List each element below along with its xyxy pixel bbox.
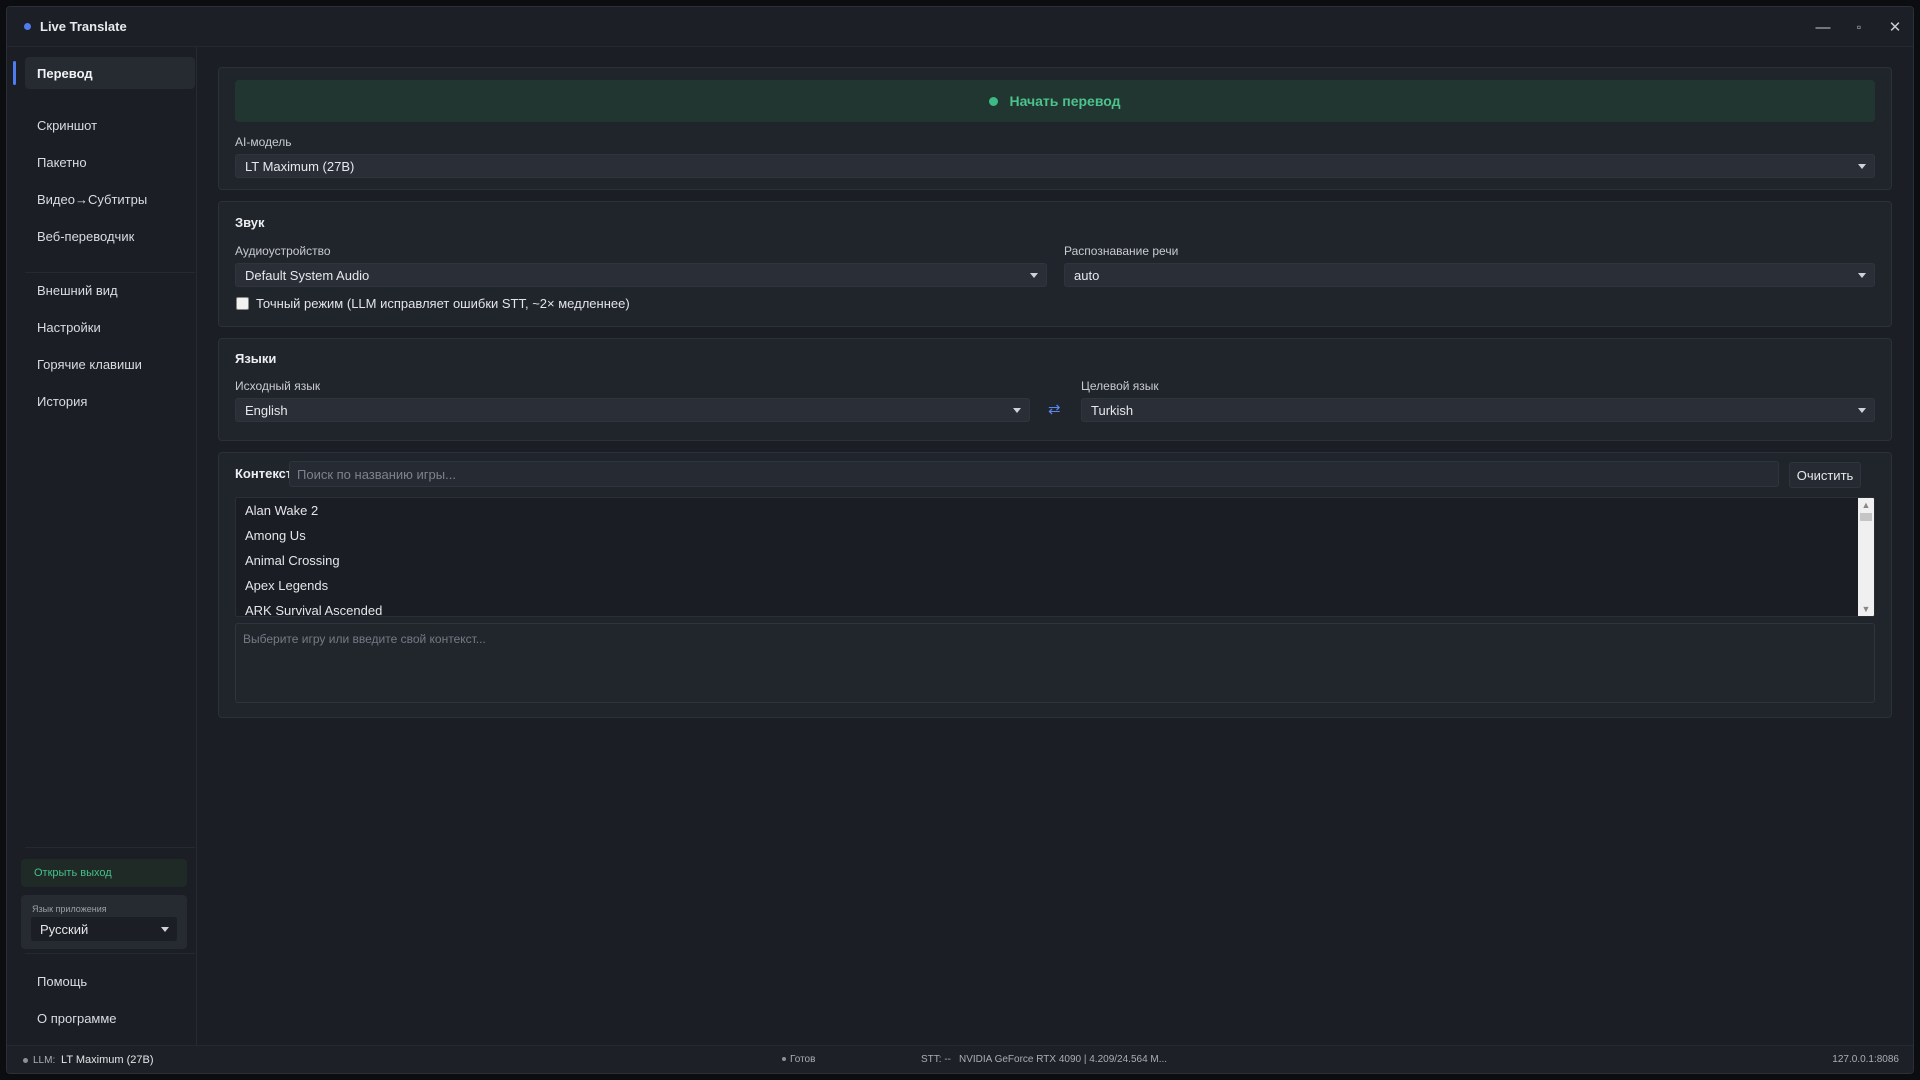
gpu-status: NVIDIA GeForce RTX 4090 | 4.209/24.564 M…: [959, 1054, 1168, 1065]
sidebar-item-video-subtitles[interactable]: Видео→Субтитры: [25, 183, 195, 215]
main-content: Начать перевод AI-модель LT Maximum (27B…: [198, 47, 1913, 1045]
audio-device-label: Аудиоустройство: [235, 244, 331, 258]
sidebar: Перевод Скриншот Пакетно Видео→Субтитры …: [7, 47, 197, 1045]
list-item[interactable]: Animal Crossing: [236, 548, 1874, 573]
source-language-select[interactable]: English: [235, 398, 1030, 422]
sidebar-item-help[interactable]: Помощь: [25, 965, 195, 997]
status-dot-icon: [989, 96, 999, 106]
chevron-down-icon: [1013, 408, 1021, 413]
ready-status: Готов: [782, 1054, 815, 1065]
maximize-button[interactable]: ▫: [1841, 7, 1877, 47]
sidebar-divider: [25, 272, 195, 273]
app-status-dot-icon: [24, 23, 31, 30]
open-output-button[interactable]: Открыть выход: [21, 859, 187, 887]
sidebar-item-about[interactable]: О программе: [25, 1002, 195, 1034]
speech-recognition-select[interactable]: auto: [1064, 263, 1875, 287]
chevron-down-icon: [1858, 408, 1866, 413]
ai-model-label: AI-модель: [235, 135, 292, 149]
ready-state: Готов: [790, 1054, 816, 1065]
target-language-value: Turkish: [1091, 402, 1134, 418]
app-language-value: Русский: [40, 921, 89, 937]
app-language-box: Язык приложения Русский: [21, 895, 187, 949]
sound-section-title: Звук: [235, 215, 265, 230]
sound-panel: Звук Аудиоустройство Default System Audi…: [218, 201, 1892, 327]
audio-device-value: Default System Audio: [245, 267, 370, 283]
llm-status: LLM: LT Maximum (27B): [23, 1054, 154, 1066]
speech-recognition-label: Распознавание речи: [1064, 244, 1179, 258]
sidebar-item-history[interactable]: История: [25, 385, 195, 417]
clear-button[interactable]: Очистить: [1789, 462, 1861, 488]
sidebar-divider: [25, 953, 195, 954]
scroll-down-icon[interactable]: ▼: [1858, 602, 1874, 616]
sidebar-item-appearance[interactable]: Внешний вид: [25, 274, 195, 306]
list-item[interactable]: Alan Wake 2: [236, 498, 1874, 523]
sidebar-divider: [25, 847, 195, 848]
sidebar-item-translate[interactable]: Перевод: [13, 57, 195, 89]
speech-recognition-value: auto: [1074, 267, 1100, 283]
precise-mode-label[interactable]: Точный режим (LLM исправляет ошибки STT,…: [256, 296, 630, 311]
source-language-value: English: [245, 402, 288, 418]
ready-dot-icon: [782, 1057, 786, 1062]
ai-model-value: LT Maximum (27B): [245, 158, 355, 174]
ai-model-select[interactable]: LT Maximum (27B): [235, 154, 1875, 178]
title-bar[interactable]: Live Translate — ▫ ✕: [7, 7, 1913, 47]
languages-panel: Языки Исходный язык English ⇄ Целевой яз…: [218, 338, 1892, 441]
list-scrollbar[interactable]: ▲ ▼: [1858, 498, 1874, 616]
window-controls: — ▫ ✕: [1805, 7, 1913, 47]
scrollbar-thumb[interactable]: [1860, 513, 1872, 521]
chevron-down-icon: [1858, 273, 1866, 278]
source-language-label: Исходный язык: [235, 379, 321, 393]
sidebar-item-screenshot[interactable]: Скриншот: [25, 109, 195, 141]
chevron-down-icon: [1030, 273, 1038, 278]
languages-section-title: Языки: [235, 351, 277, 366]
app-title: Live Translate: [40, 19, 127, 34]
swap-languages-icon[interactable]: ⇄: [1048, 400, 1061, 418]
start-translation-label: Начать перевод: [1009, 93, 1121, 109]
llm-status-dot-icon: [23, 1057, 28, 1063]
llm-model-value: LT Maximum (27B): [61, 1054, 154, 1066]
context-section-title: Контекст: [235, 466, 293, 481]
precise-mode-checkbox[interactable]: [236, 297, 249, 310]
context-panel: Контекст Очистить Alan Wake 2 Among Us A…: [218, 452, 1892, 718]
minimize-button[interactable]: —: [1805, 7, 1841, 47]
server-address: 127.0.0.1:8086: [1832, 1054, 1899, 1065]
app-window: Live Translate — ▫ ✕ Перевод Скриншот Па…: [6, 6, 1914, 1074]
start-translation-button[interactable]: Начать перевод: [235, 80, 1875, 122]
game-search-input[interactable]: [289, 461, 1779, 487]
list-item[interactable]: ARK Survival Ascended: [236, 598, 1874, 616]
app-language-label: Язык приложения: [32, 904, 107, 914]
audio-device-select[interactable]: Default System Audio: [235, 263, 1047, 287]
target-language-select[interactable]: Turkish: [1081, 398, 1875, 422]
sidebar-item-web-translator[interactable]: Веб-переводчик: [25, 220, 195, 252]
game-list[interactable]: Alan Wake 2 Among Us Animal Crossing Ape…: [235, 497, 1875, 617]
sidebar-item-hotkeys[interactable]: Горячие клавиши: [25, 348, 195, 380]
target-language-label: Целевой язык: [1081, 379, 1159, 393]
status-bar: LLM: LT Maximum (27B) Готов STT: -- NVID…: [7, 1045, 1913, 1073]
llm-prefix: LLM:: [33, 1055, 56, 1066]
sidebar-item-batch[interactable]: Пакетно: [25, 146, 195, 178]
chevron-down-icon: [161, 927, 169, 932]
scroll-up-icon[interactable]: ▲: [1858, 498, 1874, 512]
stt-status: STT: --: [921, 1054, 951, 1065]
sidebar-item-settings[interactable]: Настройки: [25, 311, 195, 343]
list-item[interactable]: Among Us: [236, 523, 1874, 548]
translation-panel: Начать перевод AI-модель LT Maximum (27B…: [218, 67, 1892, 190]
close-button[interactable]: ✕: [1877, 7, 1913, 47]
list-item[interactable]: Apex Legends: [236, 573, 1874, 598]
context-textarea[interactable]: [235, 623, 1875, 703]
chevron-down-icon: [1858, 164, 1866, 169]
app-language-select[interactable]: Русский: [31, 917, 177, 941]
